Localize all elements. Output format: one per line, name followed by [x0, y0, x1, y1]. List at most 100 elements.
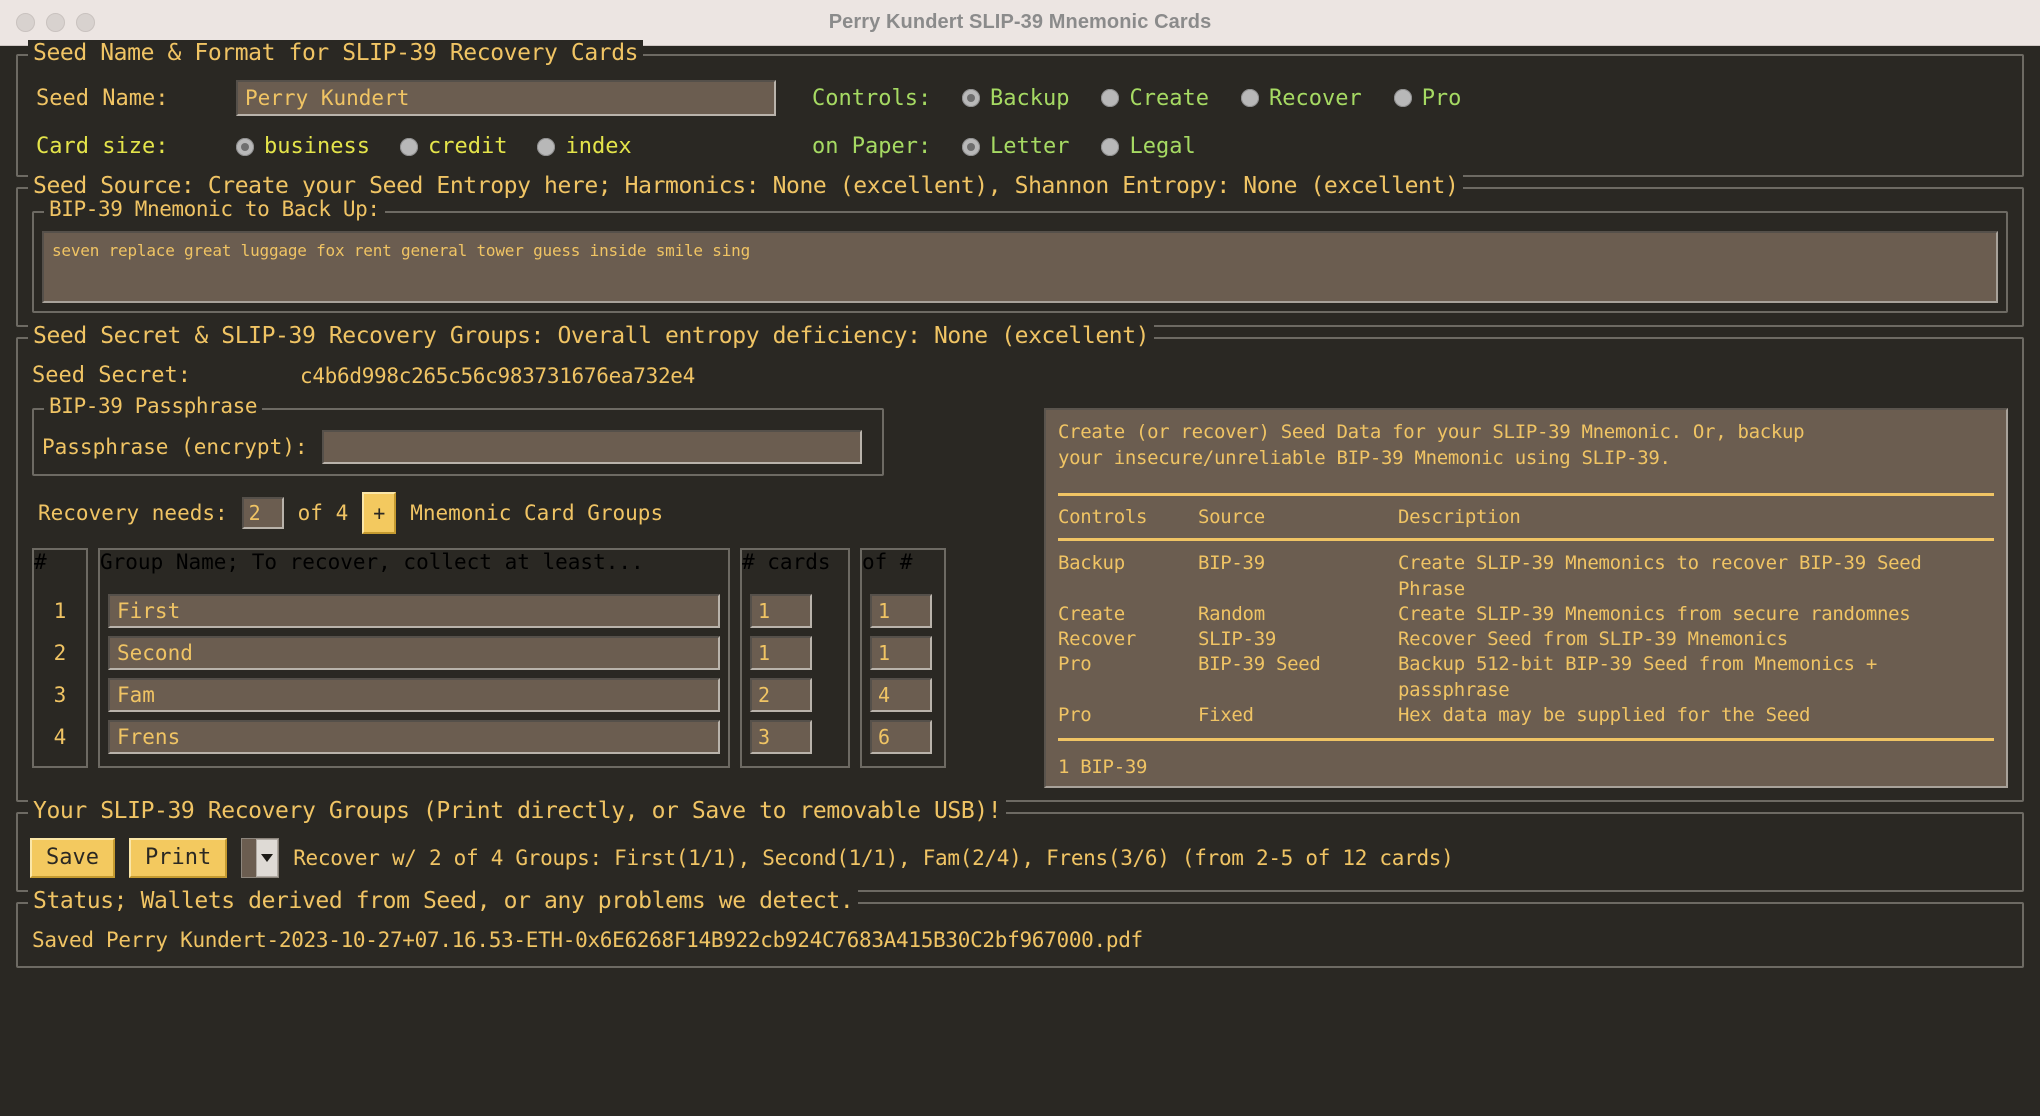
group-index-3: 3 — [53, 683, 67, 707]
chevron-down-icon[interactable] — [256, 839, 279, 878]
help-footer-status: 1 BIP-39 — [1058, 756, 1148, 778]
seed-secret-groups-legend: Seed Secret & SLIP-39 Recovery Groups: O… — [28, 323, 1155, 349]
bip39-mnemonic-textarea[interactable]: seven replace great luggage fox rent gen… — [42, 231, 1998, 303]
help-paragraph-line2: your insecure/unreliable BIP-39 Mnemonic… — [1058, 446, 1671, 469]
group-of-input-3[interactable]: 4 — [870, 678, 932, 712]
group-of-input-4[interactable]: 6 — [870, 720, 932, 754]
group-of-input-1[interactable]: 1 — [870, 594, 932, 628]
radio-icon[interactable] — [962, 89, 980, 107]
paper-label-letter: Letter — [990, 134, 1070, 159]
help-row-source-5: Fixed — [1198, 703, 1254, 726]
help-row-controls-4: Pro — [1058, 653, 1092, 676]
card-size-radio-business[interactable]: business — [236, 134, 370, 159]
control-label-backup: Backup — [990, 85, 1070, 111]
recovery-groups-suffix-label: Mnemonic Card Groups — [410, 501, 664, 525]
seed-name-format-section: Seed Name & Format for SLIP-39 Recovery … — [16, 40, 2024, 177]
help-row-description-1: Create SLIP-39 Mnemonics to recover BIP-… — [1398, 552, 1922, 600]
group-cards-input-2[interactable]: 1 — [750, 636, 812, 670]
controls-help-panel: Create (or recover) Seed Data for your S… — [1044, 408, 2008, 788]
help-table-row: Pro BIP-39 Seed Backup 512-bit BIP-39 Se… — [1058, 652, 1994, 703]
group-index-2: 2 — [53, 641, 67, 665]
group-of-input-2[interactable]: 1 — [870, 636, 932, 670]
group-name-column: Group Name; To recover, collect at least… — [98, 548, 730, 768]
help-row-controls-5: Pro — [1058, 703, 1092, 726]
seed-source-section: Seed Source: Create your Seed Entropy he… — [16, 173, 2024, 327]
passphrase-input[interactable] — [321, 430, 862, 464]
card-size-label: Card size: — [36, 134, 169, 159]
recovery-summary-text: Recover w/ 2 of 4 Groups: First(1/1), Se… — [293, 846, 1454, 871]
seed-name-format-legend: Seed Name & Format for SLIP-39 Recovery … — [28, 40, 644, 66]
recovery-needs-label: Recovery needs: — [38, 501, 228, 525]
group-index-legend: # — [34, 550, 47, 574]
paper-label-legal: Legal — [1129, 134, 1196, 159]
group-index-1: 1 — [53, 599, 67, 623]
group-index-column: # 1 2 3 4 — [32, 548, 88, 768]
radio-icon[interactable] — [537, 137, 556, 156]
window-title: Perry Kundert SLIP-39 Mnemonic Cards — [828, 11, 1212, 33]
bip39-passphrase-frame: BIP-39 Passphrase Passphrase (encrypt): — [32, 394, 884, 476]
control-radio-recover[interactable]: Recover — [1240, 85, 1362, 111]
control-label-create: Create — [1129, 85, 1209, 111]
add-group-button[interactable]: + — [362, 492, 397, 534]
help-row-description-2: Create SLIP-39 Mnemonics from secure ran… — [1398, 602, 1911, 625]
status-section: Status; Wallets derived from Seed, or an… — [16, 888, 2024, 969]
radio-icon[interactable] — [962, 137, 980, 156]
help-row-description-3: Recover Seed from SLIP-39 Mnemonics — [1398, 628, 1788, 651]
card-size-radio-credit[interactable]: credit — [399, 134, 508, 159]
format-select[interactable] — [241, 838, 280, 879]
group-index-4: 4 — [53, 725, 67, 749]
recovery-threshold-input[interactable]: 2 — [241, 497, 284, 529]
group-cards-input-4[interactable]: 3 — [750, 720, 812, 754]
group-name-legend: Group Name; To recover, collect at least… — [100, 550, 644, 574]
card-size-radio-index[interactable]: index — [537, 134, 632, 159]
card-size-label-credit: credit — [427, 134, 508, 159]
seed-secret-value: c4b6d998c265c56c983731676ea732e4 — [300, 363, 695, 388]
group-of-legend: of # — [862, 550, 913, 574]
group-name-input-1[interactable]: First — [108, 594, 720, 628]
radio-icon[interactable] — [1101, 89, 1120, 107]
radio-icon[interactable] — [236, 137, 254, 156]
recovery-of-label: of 4 — [297, 501, 349, 525]
paper-radio-letter[interactable]: Letter — [962, 134, 1069, 159]
group-cards-legend: # cards — [742, 550, 831, 574]
help-row-source-4: BIP-39 Seed — [1198, 653, 1321, 676]
group-name-input-4[interactable]: Frens — [108, 720, 720, 754]
paper-label: on Paper: — [812, 134, 932, 159]
card-size-label-business: business — [264, 134, 370, 159]
paper-radio-legal[interactable]: Legal — [1101, 134, 1196, 159]
help-row-controls-1: Backup — [1058, 552, 1125, 575]
save-button[interactable]: Save — [30, 838, 115, 879]
seed-name-label: Seed Name: — [36, 85, 169, 111]
group-name-input-2[interactable]: Second — [108, 636, 720, 670]
print-button[interactable]: Print — [128, 838, 228, 879]
help-row-controls-3: Recover — [1058, 628, 1136, 651]
group-cards-input-1[interactable]: 1 — [750, 594, 812, 628]
control-radio-backup[interactable]: Backup — [962, 86, 1069, 111]
bip39-mnemonic-frame: BIP-39 Mnemonic to Back Up: seven replac… — [32, 197, 2008, 313]
help-table-row: Recover SLIP-39 Recover Seed from SLIP-3… — [1058, 627, 1994, 652]
output-actions-section: Your SLIP-39 Recovery Groups (Print dire… — [16, 798, 2024, 893]
group-cards-input-3[interactable]: 2 — [750, 678, 812, 712]
control-radio-pro[interactable]: Pro — [1393, 86, 1461, 111]
control-radio-create[interactable]: Create — [1101, 85, 1209, 111]
group-name-input-3[interactable]: Fam — [108, 678, 720, 712]
help-row-source-2: Random — [1198, 602, 1265, 625]
controls-label: Controls: — [812, 85, 932, 111]
control-label-recover: Recover — [1268, 85, 1362, 111]
radio-icon[interactable] — [399, 137, 418, 156]
help-header-description: Description — [1398, 506, 1521, 529]
radio-icon[interactable] — [1393, 89, 1412, 107]
group-cards-column: # cards 1 1 2 3 — [740, 548, 850, 768]
help-row-source-3: SLIP-39 — [1198, 628, 1276, 651]
seed-name-input[interactable]: Perry Kundert — [236, 80, 776, 116]
app-window: Perry Kundert SLIP-39 Mnemonic Cards See… — [0, 0, 2040, 1116]
seed-secret-label: Seed Secret: — [32, 363, 191, 388]
help-table-row: Pro Fixed Hex data may be supplied for t… — [1058, 703, 1994, 728]
app-body: Seed Name & Format for SLIP-39 Recovery … — [0, 40, 2040, 1116]
radio-icon[interactable] — [1240, 89, 1259, 107]
output-actions-legend: Your SLIP-39 Recovery Groups (Print dire… — [28, 798, 1007, 824]
status-message: Saved Perry Kundert-2023-10-27+07.16.53-… — [32, 928, 1143, 953]
radio-icon[interactable] — [1101, 137, 1120, 156]
status-legend: Status; Wallets derived from Seed, or an… — [28, 888, 859, 915]
passphrase-label: Passphrase (encrypt): — [42, 435, 308, 459]
